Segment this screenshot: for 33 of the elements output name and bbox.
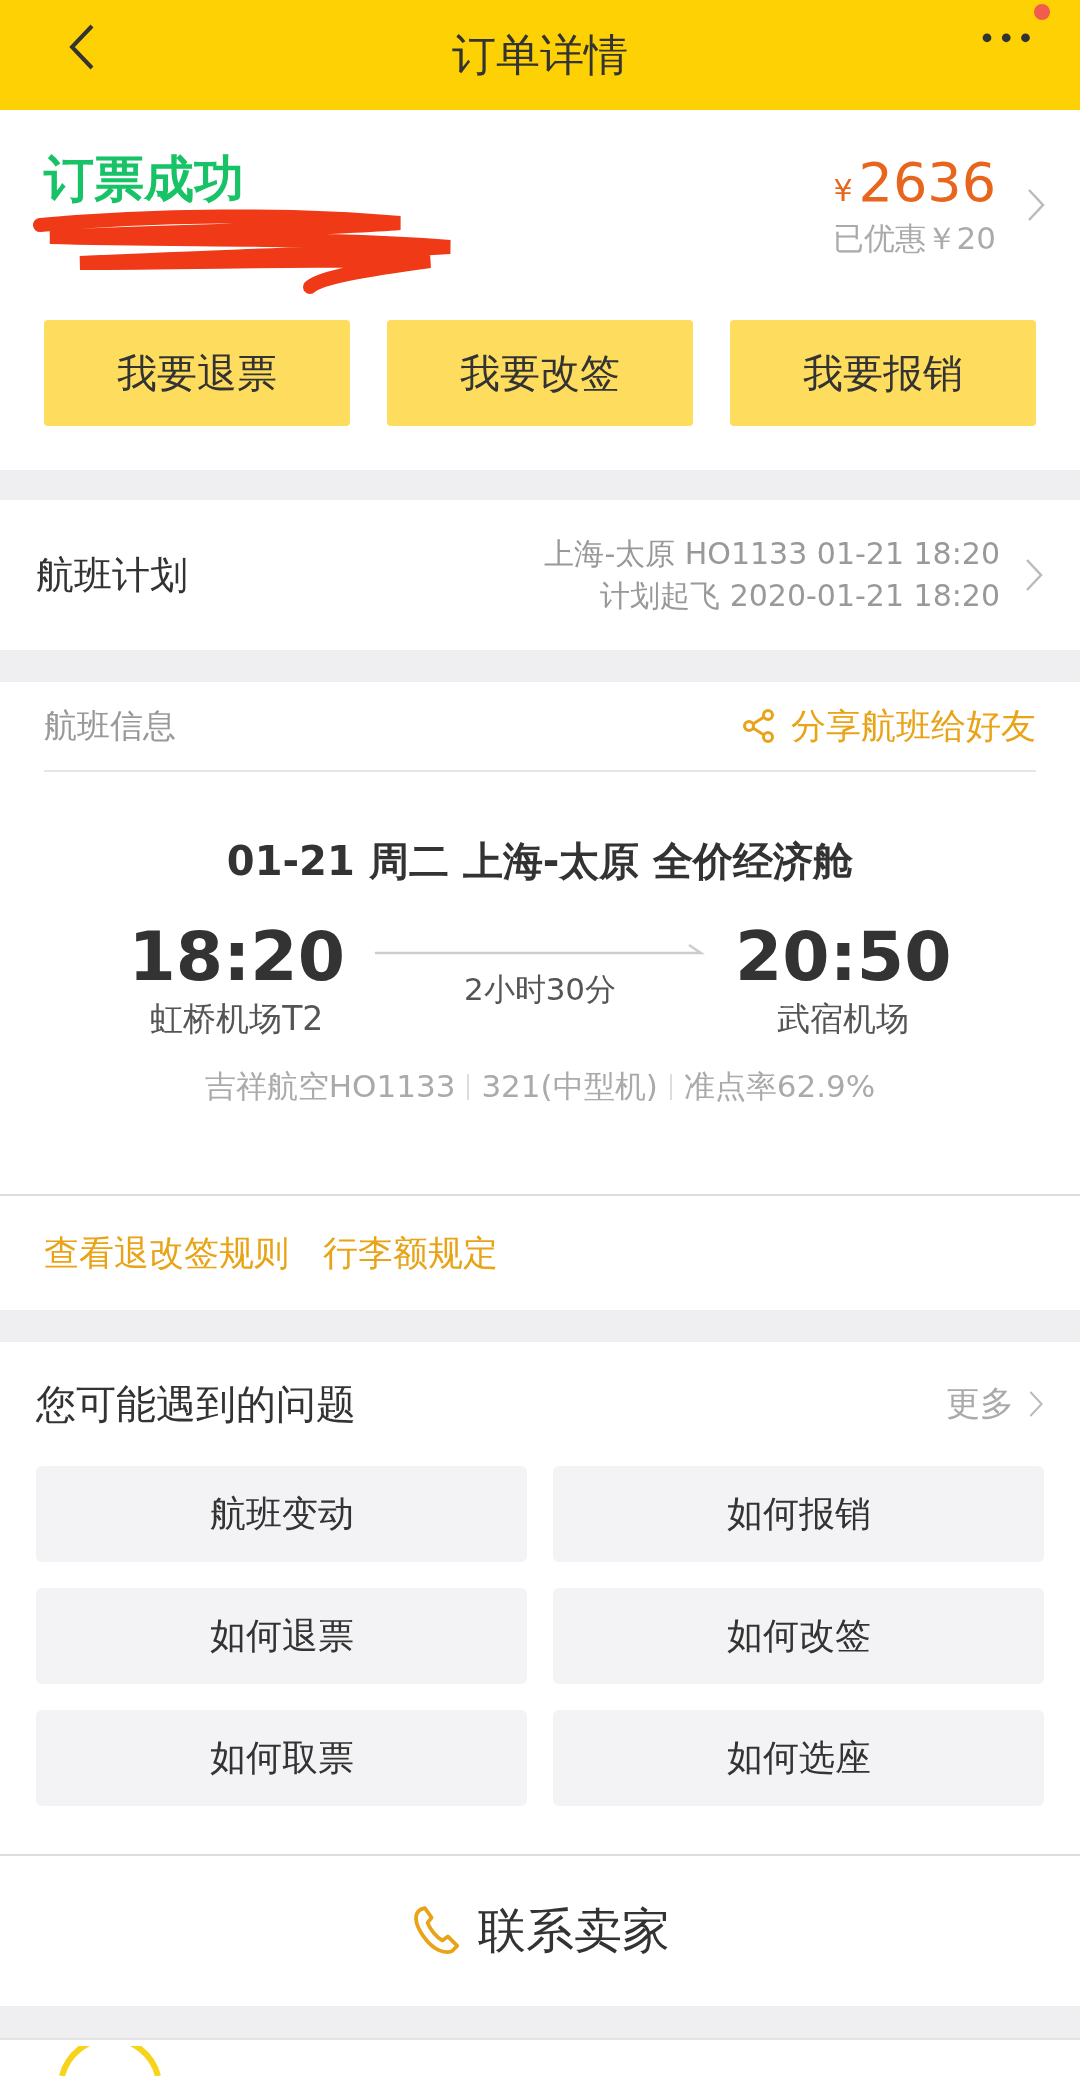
action-button[interactable]: 我要改签 <box>387 320 693 426</box>
question-button[interactable]: 如何改签 <box>553 1588 1044 1684</box>
status-title: 订票成功 <box>44 149 245 210</box>
section-heading: 航班信息 <box>44 704 176 747</box>
price: ¥2636 <box>833 150 996 214</box>
question-button[interactable]: 如何取票 <box>36 1710 527 1806</box>
action-button[interactable]: 我要报销 <box>730 320 1036 426</box>
arrival-airport: 武宿机场 <box>777 998 910 1040</box>
route-title: 01-21 周二 上海-太原 全价经济舱 <box>225 837 855 886</box>
question-button[interactable]: 航班变动 <box>36 1466 527 1562</box>
flight-duration: 2小时30分 <box>463 970 617 1009</box>
contact-seller-button[interactable]: 联系卖家 <box>404 1898 676 1964</box>
discount-text: 已优惠￥20 <box>832 218 996 258</box>
flight-plan-route: 上海-太原 HO1133 01-21 18:20 <box>544 535 1000 573</box>
flight-plan-departure: 计划起飞 2020-01-21 18:20 <box>600 577 1000 615</box>
chevron-icon <box>1028 1389 1044 1419</box>
departure-time: 18:20 <box>128 917 345 997</box>
section-heading: 您可能遇到的问题 <box>36 1379 356 1429</box>
flight-detail: 321(中型机) <box>481 1067 658 1106</box>
question-button[interactable]: 如何退票 <box>36 1588 527 1684</box>
action-button[interactable]: 我要退票 <box>44 320 350 426</box>
flight-plan-row[interactable]: 航班计划 上海-太原 HO1133 01-21 18:20 计划起飞 2020-01-21 18:20 <box>0 500 1080 650</box>
departure-airport: 虹桥机场T2 <box>150 998 324 1040</box>
flight-plan-label: 航班计划 <box>36 551 189 599</box>
chevron-icon <box>1024 557 1044 593</box>
page-title: 订单详情 <box>452 27 628 82</box>
question-button[interactable]: 如何选座 <box>553 1710 1044 1806</box>
chevron-icon <box>1026 187 1046 223</box>
flight-detail: 吉祥航空HO1133 <box>204 1067 456 1106</box>
flight-detail: 准点率62.9% <box>683 1067 876 1106</box>
share-icon <box>741 708 777 744</box>
question-button[interactable]: 如何报销 <box>553 1466 1044 1562</box>
arrival-time: 20:50 <box>735 917 952 997</box>
